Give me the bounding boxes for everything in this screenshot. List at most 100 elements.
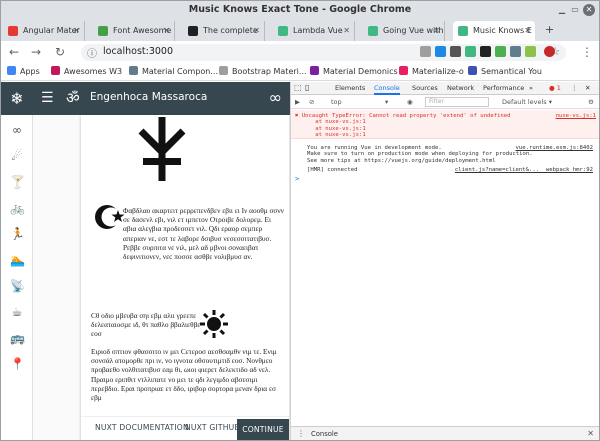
nuxt-github-button[interactable]: NUXT GITHUB bbox=[185, 423, 240, 432]
browser-tab[interactable]: Font Awesome ✕ bbox=[93, 21, 175, 41]
tab-performance[interactable]: Performance bbox=[483, 84, 524, 92]
extension-icon[interactable] bbox=[450, 46, 461, 57]
antenna-icon[interactable]: 📡 bbox=[10, 279, 25, 293]
tab-favicon-icon bbox=[188, 26, 198, 36]
back-icon[interactable]: ← bbox=[9, 44, 19, 60]
snowflake-logo-icon[interactable]: ❄ bbox=[1, 82, 33, 115]
cocktail-icon[interactable]: 🍸 bbox=[10, 175, 25, 189]
info-icon[interactable]: ⓘ bbox=[87, 45, 97, 60]
tab-close-icon[interactable]: ✕ bbox=[163, 21, 170, 41]
tab-close-icon[interactable]: ✕ bbox=[524, 21, 531, 41]
more-menu-icon[interactable]: ⋮ bbox=[581, 44, 593, 60]
console-settings-icon[interactable]: ⚙ bbox=[588, 98, 594, 106]
reload-icon[interactable]: ↻ bbox=[55, 44, 65, 60]
vue-info-source-link[interactable]: vue.runtime.esm.js:8402 bbox=[516, 145, 593, 151]
devtools-menu-icon[interactable]: ⋮ bbox=[571, 84, 578, 92]
tab-elements[interactable]: Elements bbox=[335, 84, 365, 92]
console-prompt[interactable]: > bbox=[295, 175, 299, 182]
log-levels-select[interactable]: Default levels ▾ bbox=[502, 98, 552, 106]
browser-tab[interactable]: Lambda Vue ✕ bbox=[273, 21, 355, 41]
eye-icon[interactable]: ◉ bbox=[407, 98, 413, 106]
tab-close-icon[interactable]: ✕ bbox=[253, 21, 260, 41]
address-bar[interactable]: ⓘ localhost:3000 ☆ bbox=[81, 44, 566, 61]
bookmark-favicon-icon bbox=[468, 66, 477, 75]
nuxt-docs-button[interactable]: NUXT DOCUMENTATION bbox=[95, 423, 189, 432]
tab-sources[interactable]: Sources bbox=[412, 84, 438, 92]
window-title: Music Knows Exact Tone - Google Chrome bbox=[188, 4, 412, 15]
sun-icon bbox=[200, 310, 228, 338]
infinity-icon[interactable]: ∞ bbox=[10, 123, 24, 137]
clear-console-icon[interactable]: ⊘ bbox=[309, 98, 314, 106]
tab-strip: Angular Mater ✕ Font Awesome ✕ The complet… bbox=[1, 19, 599, 41]
error-badge[interactable]: ● 1 bbox=[549, 84, 561, 92]
console-filter-input[interactable]: Filter bbox=[425, 97, 489, 107]
bus-icon[interactable]: 🚌 bbox=[10, 331, 25, 345]
sidebar-toggle-icon[interactable]: ▶ bbox=[295, 98, 300, 106]
extension-icon[interactable] bbox=[480, 46, 491, 57]
drawer-menu-icon[interactable]: ⋮ bbox=[297, 429, 305, 438]
card-paragraph-1: Φαβδλαο ακαρτειτ ρερρεπενδβεν εβιι ει Ιν… bbox=[123, 206, 284, 262]
comet-icon[interactable]: ☄ bbox=[10, 149, 24, 163]
bookmark-favicon-icon bbox=[399, 66, 408, 75]
extension-icon[interactable] bbox=[510, 46, 521, 57]
extension-icon[interactable] bbox=[525, 46, 536, 57]
profile-avatar[interactable] bbox=[544, 46, 555, 57]
drawer-close-icon[interactable]: ✕ bbox=[587, 429, 594, 438]
bookmark-label: Apps bbox=[20, 67, 40, 76]
bookmark-favicon-icon bbox=[310, 66, 319, 75]
infinity-icon[interactable]: ∞ bbox=[269, 88, 282, 107]
error-source-link[interactable]: nuxe-vs.js:1 bbox=[556, 113, 596, 119]
extension-icon[interactable] bbox=[435, 46, 446, 57]
card-actions: NUXT DOCUMENTATION NUXT GITHUB CONTINUE bbox=[81, 416, 289, 440]
extension-icon[interactable] bbox=[465, 46, 476, 57]
url-text[interactable]: localhost:3000 bbox=[103, 46, 173, 57]
browser-tab[interactable]: Going Vue with ✕ bbox=[363, 21, 445, 41]
tab-favicon-icon bbox=[278, 26, 288, 36]
content-card: Φαβδλαο ακαρτειτ ρερρεπενδβεν εβιι ει Ιν… bbox=[81, 115, 289, 440]
bookmarks-bar: Apps Awesomes W3 Material Compon... Boot… bbox=[1, 63, 599, 81]
browser-tab-active[interactable]: Music Knows E ✕ bbox=[453, 21, 535, 41]
bookmark-favicon-icon bbox=[129, 66, 138, 75]
maximize-icon[interactable]: ▭ bbox=[569, 4, 581, 16]
new-tab-icon[interactable]: + bbox=[545, 23, 554, 36]
bookmark-item[interactable]: Apps bbox=[7, 66, 40, 78]
tab-network[interactable]: Network bbox=[447, 84, 474, 92]
forward-icon[interactable]: → bbox=[31, 44, 41, 60]
tab-close-icon[interactable]: ✕ bbox=[433, 21, 440, 41]
bookmark-item[interactable]: Awesomes W3 bbox=[51, 66, 122, 78]
location-pin-icon[interactable]: 📍 bbox=[10, 357, 25, 371]
continue-button[interactable]: CONTINUE bbox=[237, 419, 289, 440]
browser-window: Music Knows Exact Tone - Google Chrome ▁… bbox=[0, 0, 600, 441]
hamburger-menu-icon[interactable]: ☰ bbox=[41, 90, 54, 106]
bookmark-item[interactable]: Bootstrap Materi... bbox=[219, 66, 307, 78]
browser-tab[interactable]: The complete ✕ bbox=[183, 21, 265, 41]
browser-tab[interactable]: Angular Mater ✕ bbox=[3, 21, 85, 41]
context-select[interactable]: top bbox=[331, 98, 342, 106]
swim-icon[interactable]: 🏊 bbox=[10, 253, 25, 267]
close-window-icon[interactable]: ✕ bbox=[583, 4, 595, 16]
device-toolbar-icon[interactable]: ▯ bbox=[305, 83, 309, 92]
bike-icon[interactable]: 🚲 bbox=[10, 201, 25, 215]
extension-icon[interactable] bbox=[495, 46, 506, 57]
drawer-tab-console[interactable]: Console bbox=[311, 430, 338, 438]
tab-close-icon[interactable]: ✕ bbox=[73, 21, 80, 41]
bookmark-label: Materialize-o bbox=[412, 67, 464, 76]
minimize-icon[interactable]: ▁ bbox=[556, 4, 568, 16]
context-dropdown-icon[interactable]: ▾ bbox=[385, 98, 388, 106]
extension-icon[interactable] bbox=[420, 46, 431, 57]
hmr-source-link[interactable]: client.js?name=client&... webpack_hmr:92 bbox=[455, 167, 593, 173]
bookmark-item[interactable]: Material Compon... bbox=[129, 66, 218, 78]
bookmark-item[interactable]: Materialize-o bbox=[399, 66, 464, 78]
bookmark-label: Material Compon... bbox=[142, 67, 218, 76]
bookmark-item[interactable]: Material Demonics bbox=[310, 66, 398, 78]
more-tabs-icon[interactable]: » bbox=[529, 84, 533, 92]
web-page: ❄ ∞ ☄ 🍸 🚲 🏃 🏊 📡 ☕ 🚌 📍 ☰ ॐ Engenhoca Mass… bbox=[1, 82, 290, 440]
devtools-close-icon[interactable]: ✕ bbox=[585, 84, 590, 92]
hmr-connected-log: [HMR] connected bbox=[307, 167, 358, 173]
tab-close-icon[interactable]: ✕ bbox=[343, 21, 350, 41]
tab-console[interactable]: Console bbox=[374, 84, 400, 95]
bookmark-item[interactable]: Semantical You bbox=[468, 66, 542, 78]
coffee-icon[interactable]: ☕ bbox=[10, 305, 24, 319]
runner-icon[interactable]: 🏃 bbox=[10, 227, 25, 241]
inspect-icon[interactable]: ⬚ bbox=[294, 83, 302, 92]
